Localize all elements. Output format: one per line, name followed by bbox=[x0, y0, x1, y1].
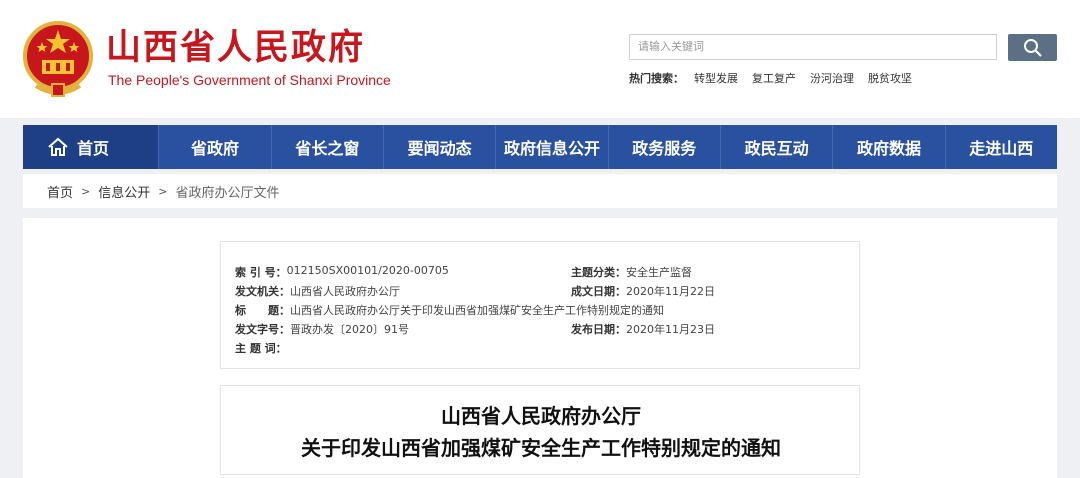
site-header: 山西省人民政府 The People's Government of Shanx… bbox=[0, 0, 1080, 118]
breadcrumb: 首页 > 信息公开 > 省政府办公厅文件 bbox=[23, 174, 1057, 208]
document-metadata: 索 引 号： 012150SX00101/2020-00705 主题分类： 安全… bbox=[220, 241, 860, 369]
home-icon bbox=[48, 137, 68, 156]
site-subtitle: The People's Government of Shanxi Provin… bbox=[108, 72, 391, 88]
meta-category: 主题分类： 安全生产监督 bbox=[571, 264, 692, 280]
nav-item-governor[interactable]: 省长之窗 bbox=[272, 125, 384, 169]
hot-search-link[interactable]: 复工复产 bbox=[752, 70, 796, 86]
document-title-line1: 山西省人民政府办公厅 bbox=[441, 404, 641, 428]
meta-docno: 发文字号： 晋政办发〔2020〕91号 bbox=[235, 321, 409, 337]
hot-search-link[interactable]: 汾河治理 bbox=[810, 70, 854, 86]
meta-label: 标 题： bbox=[235, 304, 290, 317]
main-nav: 首页 省政府 省长之窗 要闻动态 政府信息公开 政务服务 政民互动 政府数据 走… bbox=[23, 125, 1057, 169]
meta-label: 索 引 号： bbox=[235, 266, 287, 279]
meta-value: 晋政办发〔2020〕91号 bbox=[290, 323, 409, 336]
meta-value: 安全生产监督 bbox=[626, 266, 692, 279]
breadcrumb-home[interactable]: 首页 bbox=[47, 182, 73, 201]
nav-item-services[interactable]: 政务服务 bbox=[609, 125, 721, 169]
nav-item-interaction[interactable]: 政民互动 bbox=[721, 125, 834, 169]
hot-searches: 热门搜索： 转型发展 复工复产 汾河治理 脱贫攻坚 bbox=[629, 70, 912, 86]
national-emblem-icon bbox=[23, 21, 93, 97]
meta-value: 山西省人民政府办公厅 bbox=[290, 285, 400, 298]
meta-label: 主题分类： bbox=[571, 266, 626, 279]
meta-issuer: 发文机关： 山西省人民政府办公厅 bbox=[235, 283, 400, 299]
meta-published: 发布日期： 2020年11月23日 bbox=[571, 321, 715, 337]
meta-label: 主 题 词： bbox=[235, 342, 287, 355]
meta-label: 发布日期： bbox=[571, 323, 626, 336]
hot-search-link[interactable]: 脱贫攻坚 bbox=[868, 70, 912, 86]
meta-title: 标 题： 山西省人民政府办公厅关于印发山西省加强煤矿安全生产工作特别规定的通知 bbox=[235, 302, 664, 318]
breadcrumb-separator: > bbox=[81, 184, 91, 198]
document-body: 山西省人民政府办公厅 关于印发山西省加强煤矿安全生产工作特别规定的通知 bbox=[220, 385, 860, 475]
meta-label: 发文机关： bbox=[235, 285, 290, 298]
meta-index: 索 引 号： 012150SX00101/2020-00705 bbox=[235, 264, 449, 280]
hot-search-link[interactable]: 转型发展 bbox=[694, 70, 738, 86]
breadcrumb-current[interactable]: 省政府办公厅文件 bbox=[175, 182, 279, 201]
breadcrumb-info[interactable]: 信息公开 bbox=[98, 182, 150, 201]
search-input[interactable]: 请输入关键词 bbox=[629, 34, 997, 60]
meta-created: 成文日期： 2020年11月22日 bbox=[571, 283, 715, 299]
meta-label: 发文字号： bbox=[235, 323, 290, 336]
nav-item-info-disclosure[interactable]: 政府信息公开 bbox=[496, 125, 609, 169]
site-title: 山西省人民政府 bbox=[106, 27, 366, 68]
breadcrumb-separator: > bbox=[158, 184, 168, 198]
nav-item-data[interactable]: 政府数据 bbox=[833, 125, 946, 169]
nav-item-news[interactable]: 要闻动态 bbox=[384, 125, 497, 169]
meta-value: 山西省人民政府办公厅关于印发山西省加强煤矿安全生产工作特别规定的通知 bbox=[290, 304, 664, 317]
meta-label: 成文日期： bbox=[571, 285, 626, 298]
nav-label: 首页 bbox=[77, 139, 110, 158]
search-button[interactable] bbox=[1008, 34, 1057, 61]
nav-item-about-shanxi[interactable]: 走进山西 bbox=[946, 125, 1057, 169]
hot-search-label: 热门搜索： bbox=[629, 72, 684, 85]
meta-value: 2020年11月23日 bbox=[626, 323, 715, 336]
nav-item-province-gov[interactable]: 省政府 bbox=[159, 125, 272, 169]
search-icon bbox=[1023, 38, 1042, 57]
nav-item-home[interactable]: 首页 bbox=[23, 125, 160, 169]
meta-keywords: 主 题 词： bbox=[235, 340, 287, 356]
meta-value: 012150SX00101/2020-00705 bbox=[286, 264, 449, 277]
document-title-line2: 关于印发山西省加强煤矿安全生产工作特别规定的通知 bbox=[301, 436, 781, 460]
meta-value: 2020年11月22日 bbox=[626, 285, 715, 298]
